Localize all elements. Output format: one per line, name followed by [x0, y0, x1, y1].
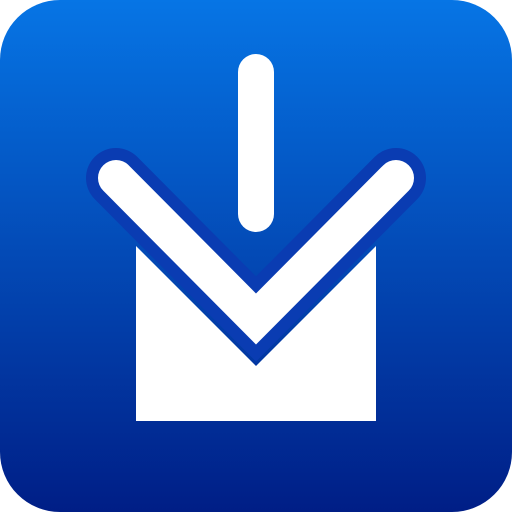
- download-inbox-glyph: [86, 54, 426, 421]
- download-inbox-app-icon[interactable]: [0, 0, 512, 512]
